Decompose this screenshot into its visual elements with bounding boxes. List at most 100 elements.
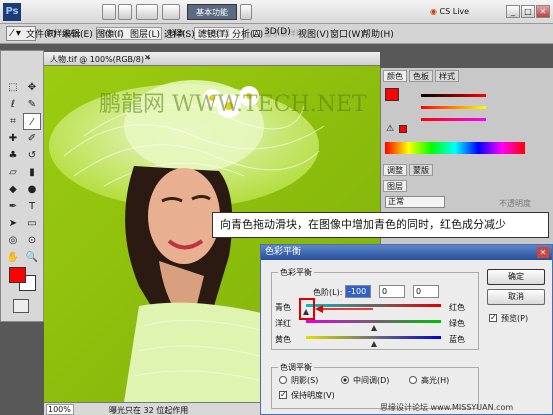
radio-midtones-label: 中间调(D) xyxy=(353,376,390,385)
menu-item-1[interactable]: 编辑(E) xyxy=(62,27,93,40)
blend-mode-select[interactable]: 正常 xyxy=(385,196,445,208)
foreground-color-swatch[interactable] xyxy=(9,267,26,283)
tab-color[interactable]: 颜色 xyxy=(383,70,407,82)
tab-masks[interactable]: 蒙版 xyxy=(409,164,433,176)
menu-item-6[interactable]: 分析(A) xyxy=(232,27,263,40)
lasso-tool-icon[interactable]: ℓ xyxy=(4,96,22,113)
shape-tool-icon[interactable]: ▭ xyxy=(23,215,41,232)
zoom-level-button[interactable] xyxy=(136,4,158,20)
magenta-green-slider-thumb[interactable] xyxy=(371,325,377,331)
radio-highlights-label: 高光(H) xyxy=(421,376,450,385)
close-button[interactable]: ✕ xyxy=(536,5,550,18)
slider-magenta-label: 洋红 xyxy=(275,319,291,328)
zoom-tool-icon[interactable]: 🔍 xyxy=(23,249,41,266)
status-text: 曝光只在 32 位起作用 xyxy=(109,406,189,415)
minibridge-button[interactable] xyxy=(118,4,132,20)
gradient-tool-icon[interactable]: ▮ xyxy=(23,164,41,181)
ok-button[interactable]: 确定 xyxy=(487,269,545,285)
eyedropper-tool-icon[interactable]: ⁄ xyxy=(23,113,41,130)
yellow-blue-slider-thumb[interactable] xyxy=(371,341,377,347)
radio-shadows[interactable] xyxy=(279,376,287,384)
brush-tool-icon[interactable]: ✐ xyxy=(23,130,41,147)
tab-layers[interactable]: 图层 xyxy=(383,180,407,192)
callout-annotation: 向青色拖动滑块，在图像中增加青色的同时，红色成分减少 xyxy=(212,212,549,238)
menu-bar: Ps 文件(F) 编辑(E) 图像(I) 图层(L) 选择(S) 滤镜(T) 分析(A) 3D… xyxy=(0,0,553,40)
level-field-magenta-green[interactable]: 0 xyxy=(379,285,405,298)
yellow-blue-slider[interactable] xyxy=(306,336,441,339)
tab-swatches[interactable]: 色板 xyxy=(409,70,433,82)
hand-tool-icon[interactable]: ✋ xyxy=(4,249,22,266)
eraser-tool-icon[interactable]: ▱ xyxy=(4,164,22,181)
menu-item-2[interactable]: 图像(I) xyxy=(96,27,124,40)
color-balance-dialog: 色彩平衡 ✕ 色彩平衡 色阶(L): -100 0 0 青色 红色 洋红 绿色 … xyxy=(260,244,553,415)
cs-live-button[interactable]: ◉ CS Live xyxy=(430,7,469,16)
dialog-title: 色彩平衡 xyxy=(261,245,552,260)
tab-styles[interactable]: 样式 xyxy=(435,70,459,82)
maximize-button[interactable]: □ xyxy=(521,5,535,18)
history-brush-icon[interactable]: ↺ xyxy=(23,147,41,164)
magenta-green-slider[interactable] xyxy=(306,320,441,323)
r-slider[interactable] xyxy=(421,94,486,97)
b-slider[interactable] xyxy=(421,118,486,121)
ps-logo-icon: Ps xyxy=(3,3,21,21)
spectrum-bar[interactable] xyxy=(385,142,525,154)
quick-select-icon[interactable]: ✎ xyxy=(23,96,41,113)
slider-blue-label: 蓝色 xyxy=(449,335,465,344)
radio-highlights[interactable] xyxy=(409,376,417,384)
dialog-close-icon[interactable]: ✕ xyxy=(537,247,549,258)
pen-tool-icon[interactable]: ✒ xyxy=(4,198,22,215)
web-color-swatch[interactable] xyxy=(399,125,407,133)
menu-item-0[interactable]: 文件(F) xyxy=(26,27,56,40)
zoom-field[interactable]: 100% xyxy=(46,404,74,415)
preserve-luminosity-checkbox[interactable]: ✓ xyxy=(279,391,287,399)
menu-item-3[interactable]: 图层(L) xyxy=(130,27,160,40)
slider-red-label: 红色 xyxy=(449,303,465,312)
menu-item-5[interactable]: 滤镜(T) xyxy=(198,27,229,40)
color-panel-fg-swatch[interactable] xyxy=(385,88,399,101)
level-field-cyan-red[interactable]: -100 xyxy=(345,285,371,298)
cs-live-icon: ◉ xyxy=(430,7,437,16)
slider-yellow-label: 黄色 xyxy=(275,335,291,344)
marquee-tool-icon[interactable]: ⬚ xyxy=(4,79,22,96)
tone-balance-group-label: 色调平衡 xyxy=(278,362,314,373)
crop-tool-icon[interactable]: ⌗ xyxy=(4,113,22,130)
level-field-yellow-blue[interactable]: 0 xyxy=(413,285,439,298)
watermark-text: 鹏龍网 WWW.TECH.NET xyxy=(99,92,367,117)
color-balance-group-label: 色彩平衡 xyxy=(278,267,314,278)
slider-green-label: 绿色 xyxy=(449,319,465,328)
workspace-button[interactable]: 基本功能 xyxy=(187,4,237,20)
tab-adjustments[interactable]: 调整 xyxy=(383,164,407,176)
menu-item-4[interactable]: 选择(S) xyxy=(164,27,195,40)
path-select-icon[interactable]: ➤ xyxy=(4,215,22,232)
blur-tool-icon[interactable]: ◆ xyxy=(4,181,22,198)
bridge-button[interactable] xyxy=(102,4,116,20)
cs-live-label: CS Live xyxy=(439,7,470,16)
move-tool-icon[interactable]: ✥ xyxy=(23,79,41,96)
healing-tool-icon[interactable]: ✚ xyxy=(4,130,22,147)
slider-cyan-label: 青色 xyxy=(275,303,291,312)
menu-item-10[interactable]: 帮助(H) xyxy=(362,27,394,40)
quick-mask-icon[interactable] xyxy=(13,299,29,313)
stamp-tool-icon[interactable]: ♣ xyxy=(4,147,22,164)
doc-close-icon[interactable]: ✕ xyxy=(144,53,151,62)
g-slider[interactable] xyxy=(421,106,486,109)
preview-checkbox[interactable]: ✓ xyxy=(489,314,497,322)
preserve-luminosity-label: 保持明度(V) xyxy=(291,391,335,400)
3d-rotate-icon[interactable]: ◎ xyxy=(4,232,22,249)
minimize-button[interactable]: _ xyxy=(506,5,520,18)
workspace-menu-button[interactable] xyxy=(240,4,252,20)
corner-watermark-text: 思缘设计论坛 www.MISSYUAN.com xyxy=(380,403,514,412)
menu-item-7[interactable]: 3D(D) xyxy=(264,27,291,37)
levels-label: 色阶(L): xyxy=(313,288,343,297)
menu-item-8[interactable]: 视图(V) xyxy=(298,27,329,40)
menu-item-9[interactable]: 窗口(W) xyxy=(330,27,364,40)
type-tool-icon[interactable]: T xyxy=(23,198,41,215)
radio-shadows-label: 阴影(S) xyxy=(291,376,319,385)
arrange-button[interactable] xyxy=(162,4,180,20)
toolbox: ⬚ ✥ ℓ ✎ ⌗ ⁄ ✚ ✐ ♣ ↺ ▱ ▮ ◆ ● ✒ T ➤ ▭ ◎ ⊙ … xyxy=(0,50,44,322)
3d-orbit-icon[interactable]: ⊙ xyxy=(23,232,41,249)
radio-midtones[interactable] xyxy=(341,376,349,384)
cancel-button[interactable]: 取消 xyxy=(487,289,545,305)
document-tab[interactable]: 人物.tif @ 100%(RGB/8) * ✕ xyxy=(44,52,380,66)
dodge-tool-icon[interactable]: ● xyxy=(23,181,41,198)
